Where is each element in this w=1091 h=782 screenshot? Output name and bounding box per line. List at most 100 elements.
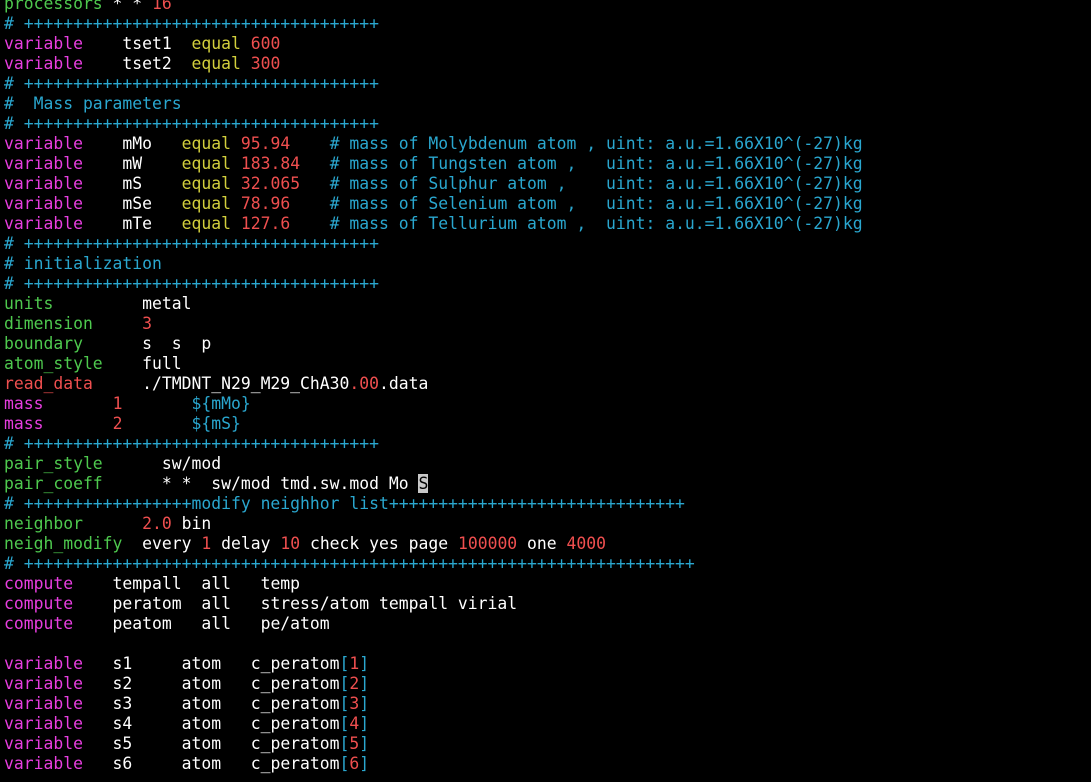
code-token: peratom all stress/atom tempall virial — [73, 594, 518, 613]
code-token: # mass of Sulphur atom , uint: a.u.=1.66… — [329, 174, 863, 193]
code-token: 2.0 — [142, 514, 172, 533]
code-line[interactable]: variable s2 atom c_peratom[2] — [4, 674, 1091, 694]
code-token: 183.84 — [240, 154, 301, 173]
code-line[interactable]: # ++++++++++++++++++++++++++++++++++++++… — [4, 554, 1091, 574]
code-line[interactable]: atom_style full — [4, 354, 1091, 374]
code-line[interactable]: pair_style sw/mod — [4, 454, 1091, 474]
code-line[interactable]: variable tset2 equal 300 — [4, 54, 1091, 74]
code-token: bin — [171, 514, 212, 533]
code-line[interactable]: units metal — [4, 294, 1091, 314]
code-token: ] — [359, 714, 370, 733]
code-token: mW — [82, 154, 182, 173]
code-line[interactable]: # ++++++++++++++++++++++++++++++++++++ — [4, 434, 1091, 454]
code-token: delay — [211, 534, 281, 553]
code-line[interactable]: compute tempall all temp — [4, 574, 1091, 594]
code-token: ] — [359, 734, 370, 753]
code-token: s5 atom c_peratom — [82, 734, 340, 753]
code-token: sw/mod — [102, 454, 222, 473]
code-line[interactable]: # +++++++++++++++++modify neighhor list+… — [4, 494, 1091, 514]
code-line[interactable]: variable mS equal 32.065 # mass of Sulph… — [4, 174, 1091, 194]
code-token: 6 — [349, 754, 360, 773]
code-line[interactable]: variable mSe equal 78.96 # mass of Selen… — [4, 194, 1091, 214]
code-line[interactable]: compute peratom all stress/atom tempall … — [4, 594, 1091, 614]
code-token: [ — [339, 694, 350, 713]
code-token: 5 — [349, 734, 360, 753]
code-token: 4 — [349, 714, 360, 733]
code-token: # ++++++++++++++++++++++++++++++++++++ — [4, 234, 379, 253]
code-token: pair_style — [4, 454, 103, 473]
code-line[interactable]: boundary s s p — [4, 334, 1091, 354]
code-token: units — [4, 294, 54, 313]
code-line[interactable]: variable s5 atom c_peratom[5] — [4, 734, 1091, 754]
code-token: # ++++++++++++++++++++++++++++++++++++ — [4, 434, 379, 453]
code-token: metal — [53, 294, 192, 313]
code-token: variable — [4, 34, 83, 53]
code-line[interactable]: variable s3 atom c_peratom[3] — [4, 694, 1091, 714]
code-line[interactable]: variable s6 atom c_peratom[6] — [4, 754, 1091, 774]
code-line[interactable]: variable s4 atom c_peratom[4] — [4, 714, 1091, 734]
code-token: s4 atom c_peratom — [82, 714, 340, 733]
code-line[interactable]: pair_coeff * * sw/mod tmd.sw.mod Mo S — [4, 474, 1091, 494]
code-token: # ++++++++++++++++++++++++++++++++++++ — [4, 274, 379, 293]
code-token: variable — [4, 214, 83, 233]
code-token: # initialization — [4, 254, 162, 273]
code-token: 600 — [250, 34, 281, 53]
code-line[interactable]: read_data ./TMDNT_N29_M29_ChA30.00.data — [4, 374, 1091, 394]
code-line[interactable]: processors * * 16 — [4, 0, 1091, 14]
code-line[interactable]: # ++++++++++++++++++++++++++++++++++++ — [4, 14, 1091, 34]
code-token: one — [517, 534, 567, 553]
code-line[interactable]: # initialization — [4, 254, 1091, 274]
code-token: mass — [4, 394, 44, 413]
code-line[interactable]: # Mass parameters — [4, 94, 1091, 114]
code-token: 1 — [201, 534, 212, 553]
code-token: ] — [359, 674, 370, 693]
code-token: tset1 — [82, 34, 192, 53]
code-token: variable — [4, 194, 83, 213]
code-token: processors — [4, 0, 103, 13]
code-token: ] — [359, 694, 370, 713]
code-line[interactable]: variable mW equal 183.84 # mass of Tungs… — [4, 154, 1091, 174]
code-token: [ — [339, 754, 350, 773]
code-token: # ++++++++++++++++++++++++++++++++++++ — [4, 74, 379, 93]
code-token: variable — [4, 54, 83, 73]
code-token: 2 — [112, 414, 123, 433]
code-token: 95.94 — [240, 134, 291, 153]
code-line[interactable]: # ++++++++++++++++++++++++++++++++++++ — [4, 234, 1091, 254]
code-token: # mass of Molybdenum atom , uint: a.u.=1… — [329, 134, 863, 153]
code-line[interactable]: variable s1 atom c_peratom[1] — [4, 654, 1091, 674]
code-token: ${mS} — [191, 414, 241, 433]
code-token: atom_style — [4, 354, 103, 373]
code-line[interactable]: # ++++++++++++++++++++++++++++++++++++ — [4, 274, 1091, 294]
code-token: 127.6 — [240, 214, 291, 233]
code-token: equal — [181, 194, 231, 213]
code-line[interactable]: mass 2 ${mS} — [4, 414, 1091, 434]
code-token: 4000 — [566, 534, 607, 553]
code-line[interactable]: variable mMo equal 95.94 # mass of Molyb… — [4, 134, 1091, 154]
code-line[interactable]: neigh_modify every 1 delay 10 check yes … — [4, 534, 1091, 554]
code-token: every — [122, 534, 202, 553]
text-cursor: S — [418, 474, 429, 493]
code-line[interactable]: # ++++++++++++++++++++++++++++++++++++ — [4, 74, 1091, 94]
code-token: equal — [181, 154, 231, 173]
code-token: full — [102, 354, 182, 373]
code-token: 1 — [112, 394, 123, 413]
code-line[interactable] — [4, 634, 1091, 654]
code-token: neighbor — [4, 514, 83, 533]
code-line[interactable]: # ++++++++++++++++++++++++++++++++++++ — [4, 114, 1091, 134]
code-token: boundary — [4, 334, 83, 353]
code-token: peatom all pe/atom — [73, 614, 330, 633]
code-line[interactable]: variable tset1 equal 600 — [4, 34, 1091, 54]
code-line[interactable]: compute peatom all pe/atom — [4, 614, 1091, 634]
code-line[interactable]: variable mTe equal 127.6 # mass of Tellu… — [4, 214, 1091, 234]
code-token: variable — [4, 174, 83, 193]
terminal-editor[interactable]: processors * * 16 # +++++++++++++++++++++… — [4, 0, 1091, 774]
code-line[interactable]: mass 1 ${mMo} — [4, 394, 1091, 414]
code-line[interactable]: neighbor 2.0 bin — [4, 514, 1091, 534]
code-token: # +++++++++++++++++modify neighhor list+… — [4, 494, 685, 513]
code-token: variable — [4, 154, 83, 173]
code-line[interactable]: dimension 3 — [4, 314, 1091, 334]
